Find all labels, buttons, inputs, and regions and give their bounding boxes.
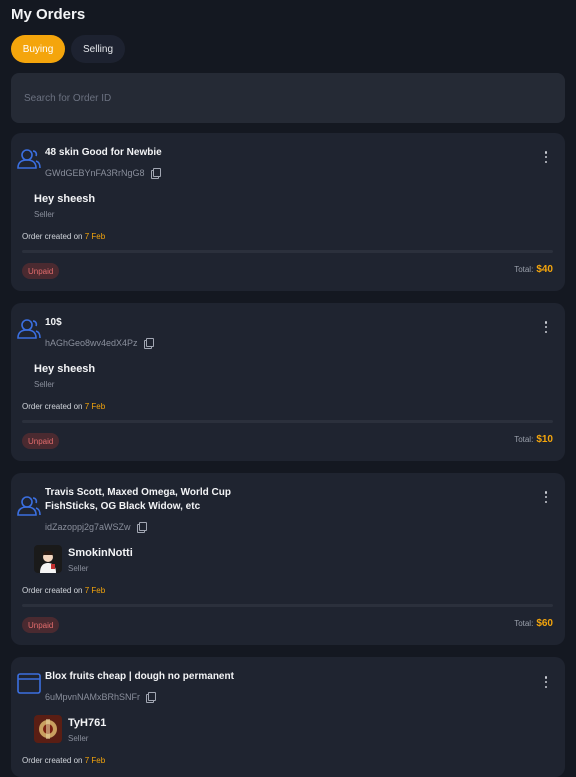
order-id-text: 6uMpvnNAMxBRhSNFr (45, 692, 141, 702)
created-label: Order created on (22, 402, 83, 411)
created-date: 7 Feb (84, 402, 106, 411)
order-created: Order created on 7 Feb (22, 232, 105, 241)
order-title: 10$ (45, 317, 62, 328)
total-label: Total: (514, 435, 534, 444)
order-card[interactable]: Travis Scott, Maxed Omega, World Cup Fis… (11, 473, 565, 645)
copy-icon[interactable] (136, 522, 147, 533)
page-title: My Orders (11, 6, 86, 23)
copy-icon[interactable] (146, 692, 157, 703)
order-card[interactable]: Blox fruits cheap | dough no permanent 6… (11, 657, 565, 777)
order-card[interactable]: 48 skin Good for Newbie GWdGEBYnFA3RrNgG… (11, 133, 565, 291)
tab-selling[interactable]: Selling (71, 35, 125, 63)
order-created: Order created on 7 Feb (22, 402, 105, 411)
seller-avatar[interactable] (34, 545, 62, 573)
order-created: Order created on 7 Feb (22, 586, 105, 595)
order-id: hAGhGeo8wv4edX4Pz (45, 338, 154, 349)
order-total: Total: $60 (514, 618, 553, 629)
created-label: Order created on (22, 586, 83, 595)
seller-name[interactable]: Hey sheesh (34, 193, 95, 205)
seller-role: Seller (34, 210, 55, 219)
seller-name[interactable]: Hey sheesh (34, 363, 95, 375)
total-amount: $10 (536, 434, 553, 445)
status-badge: Unpaid (22, 263, 60, 279)
order-id: GWdGEBYnFA3RrNgG8 (45, 168, 161, 179)
user-group-icon (17, 496, 41, 516)
more-options-icon[interactable] (543, 319, 549, 335)
order-id-text: GWdGEBYnFA3RrNgG8 (45, 168, 145, 178)
created-date: 7 Feb (84, 756, 106, 765)
order-total: Total: $10 (514, 434, 553, 445)
more-options-icon[interactable] (543, 149, 549, 165)
seller-role: Seller (68, 564, 89, 573)
order-id-text: hAGhGeo8wv4edX4Pz (45, 338, 138, 348)
user-group-icon (17, 319, 41, 339)
seller-role: Seller (34, 380, 55, 389)
total-amount: $60 (536, 618, 553, 629)
copy-icon[interactable] (150, 168, 161, 179)
order-created: Order created on 7 Feb (22, 756, 105, 765)
created-label: Order created on (22, 756, 83, 765)
seller-name[interactable]: TyH761 (68, 717, 106, 729)
order-tabs: Buying Selling (11, 35, 125, 63)
status-badge: Unpaid (22, 433, 60, 449)
more-options-icon[interactable] (543, 489, 549, 505)
search-input[interactable] (11, 73, 565, 123)
seller-role: Seller (68, 734, 89, 743)
order-id-text: idZazoppj2g7aWSZw (45, 522, 131, 532)
order-id: idZazoppj2g7aWSZw (45, 522, 147, 533)
divider (22, 250, 553, 253)
order-card[interactable]: 10$ hAGhGeo8wv4edX4Pz Hey sheesh Seller … (11, 303, 565, 461)
divider (22, 604, 553, 607)
divider (22, 420, 553, 423)
created-date: 7 Feb (84, 586, 106, 595)
box-icon (17, 673, 41, 694)
total-label: Total: (514, 265, 534, 274)
total-amount: $40 (536, 264, 553, 275)
order-total: Total: $40 (514, 264, 553, 275)
order-title: Blox fruits cheap | dough no permanent (45, 671, 234, 682)
seller-avatar[interactable] (34, 715, 62, 743)
order-title: 48 skin Good for Newbie (45, 147, 162, 158)
created-label: Order created on (22, 232, 83, 241)
more-options-icon[interactable] (543, 674, 549, 690)
seller-name[interactable]: SmokinNotti (68, 547, 133, 559)
status-badge: Unpaid (22, 617, 60, 633)
order-id: 6uMpvnNAMxBRhSNFr (45, 692, 157, 703)
order-title: Travis Scott, Maxed Omega, World Cup Fis… (45, 487, 231, 512)
user-group-icon (17, 149, 41, 169)
tab-buying[interactable]: Buying (11, 35, 65, 63)
search-bar (11, 73, 565, 123)
created-date: 7 Feb (84, 232, 106, 241)
copy-icon[interactable] (143, 338, 154, 349)
total-label: Total: (514, 619, 534, 628)
